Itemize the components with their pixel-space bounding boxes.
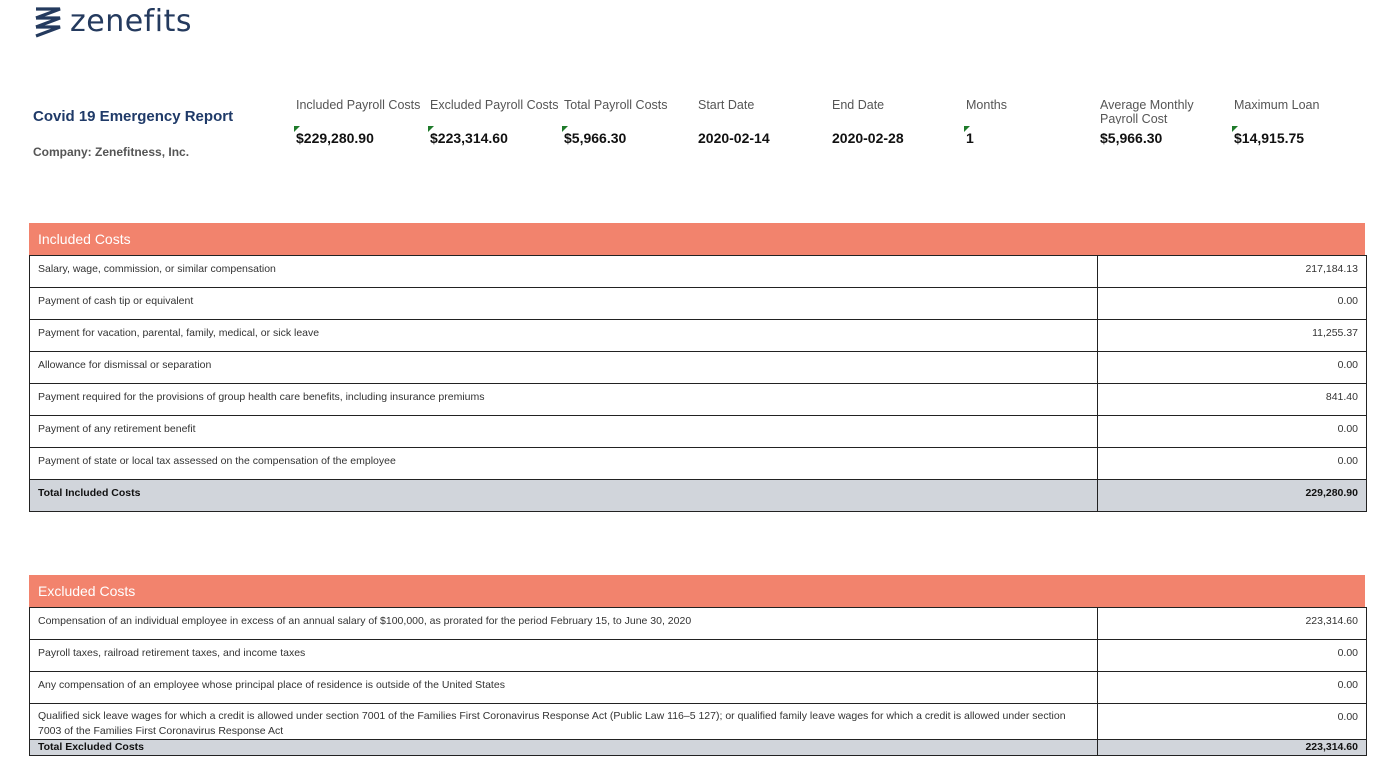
metric-label: Start Date (698, 98, 755, 112)
comment-flag-icon (1232, 126, 1238, 132)
zenefits-logo-icon (35, 6, 61, 37)
metric-label: End Date (832, 98, 885, 112)
metric-total-payroll: Total Payroll Costs $5,966.30 (562, 98, 696, 146)
comment-flag-icon (294, 126, 300, 132)
metric-label: Average Monthly Payroll Cost (1100, 98, 1194, 124)
included-costs-table: Salary, wage, commission, or similar com… (29, 255, 1367, 512)
company-name: Company: Zenefitness, Inc. (33, 145, 190, 159)
cost-label: Any compensation of an employee whose pr… (29, 671, 1098, 704)
included-costs-heading: Included Costs (29, 223, 1365, 255)
cost-amount: 217,184.13 (1097, 255, 1367, 288)
excluded-costs-table: Compensation of an individual employee i… (29, 607, 1367, 756)
cost-label: Qualified sick leave wages for which a c… (29, 703, 1098, 740)
cost-amount: 0.00 (1097, 287, 1367, 320)
excluded-costs-heading: Excluded Costs (29, 575, 1365, 607)
cost-amount: 841.40 (1097, 383, 1367, 416)
cost-label: Compensation of an individual employee i… (29, 607, 1098, 640)
cost-label: Payment of state or local tax assessed o… (29, 447, 1098, 480)
total-row: Total Included Costs 229,280.90 (29, 479, 1367, 512)
cost-amount: 0.00 (1097, 671, 1367, 704)
table-row: Payment required for the provisions of g… (29, 383, 1367, 416)
metric-value: 2020-02-28 (832, 130, 904, 146)
metric-average-monthly: Average Monthly Payroll Cost $5,966.30 (1100, 98, 1232, 146)
metric-maximum-loan: Maximum Loan $14,915.75 (1232, 98, 1366, 146)
cost-amount: 0.00 (1097, 639, 1367, 672)
table-row: Payroll taxes, railroad retirement taxes… (29, 639, 1367, 672)
cost-label: Payment required for the provisions of g… (29, 383, 1098, 416)
table-row: Payment of cash tip or equivalent 0.00 (29, 287, 1367, 320)
total-amount: 223,314.60 (1097, 739, 1367, 756)
cost-label: Salary, wage, commission, or similar com… (29, 255, 1098, 288)
metric-value: $223,314.60 (428, 126, 562, 146)
zenefits-logo: zenefits (34, 4, 192, 39)
metric-excluded-payroll: Excluded Payroll Costs $223,314.60 (428, 98, 562, 146)
metric-included-payroll: Included Payroll Costs $229,280.90 (294, 98, 428, 146)
cost-amount: 0.00 (1097, 703, 1367, 740)
brand-name: zenefits (70, 4, 192, 39)
metric-months: Months 1 (964, 98, 1098, 146)
metric-start-date: Start Date 2020-02-14 (698, 98, 830, 146)
cost-amount: 11,255.37 (1097, 319, 1367, 352)
cost-amount: 223,314.60 (1097, 607, 1367, 640)
table-row: Any compensation of an employee whose pr… (29, 671, 1367, 704)
cost-amount: 0.00 (1097, 415, 1367, 448)
table-row: Allowance for dismissal or separation 0.… (29, 351, 1367, 384)
cost-label: Payment of any retirement benefit (29, 415, 1098, 448)
metric-value: $229,280.90 (294, 126, 428, 146)
metric-value: $5,966.30 (562, 126, 696, 146)
metric-label: Months (966, 98, 1007, 112)
comment-flag-icon (562, 126, 568, 132)
metric-label: Excluded Payroll Costs (430, 98, 559, 112)
cost-label: Payment for vacation, parental, family, … (29, 319, 1098, 352)
total-label: Total Included Costs (29, 479, 1098, 512)
table-row: Qualified sick leave wages for which a c… (29, 703, 1367, 740)
total-label: Total Excluded Costs (29, 739, 1098, 756)
metric-label: Maximum Loan (1234, 98, 1320, 112)
comment-flag-icon (428, 126, 434, 132)
table-row: Compensation of an individual employee i… (29, 607, 1367, 640)
cost-amount: 0.00 (1097, 351, 1367, 384)
comment-flag-icon (964, 126, 970, 132)
metric-value: $5,966.30 (1100, 130, 1163, 146)
table-row: Salary, wage, commission, or similar com… (29, 255, 1367, 288)
cost-label: Payment of cash tip or equivalent (29, 287, 1098, 320)
table-row: Payment of state or local tax assessed o… (29, 447, 1367, 480)
total-amount: 229,280.90 (1097, 479, 1367, 512)
cost-label: Payroll taxes, railroad retirement taxes… (29, 639, 1098, 672)
cost-label: Allowance for dismissal or separation (29, 351, 1098, 384)
report-title: Covid 19 Emergency Report (33, 108, 234, 125)
metric-label: Included Payroll Costs (296, 98, 421, 112)
metric-value: 2020-02-14 (698, 130, 770, 146)
total-row: Total Excluded Costs 223,314.60 (29, 739, 1367, 756)
metric-value: $14,915.75 (1232, 126, 1366, 146)
table-row: Payment for vacation, parental, family, … (29, 319, 1367, 352)
metric-label: Total Payroll Costs (564, 98, 668, 112)
metric-value: 1 (964, 126, 1098, 146)
cost-amount: 0.00 (1097, 447, 1367, 480)
table-row: Payment of any retirement benefit 0.00 (29, 415, 1367, 448)
metric-end-date: End Date 2020-02-28 (832, 98, 964, 146)
